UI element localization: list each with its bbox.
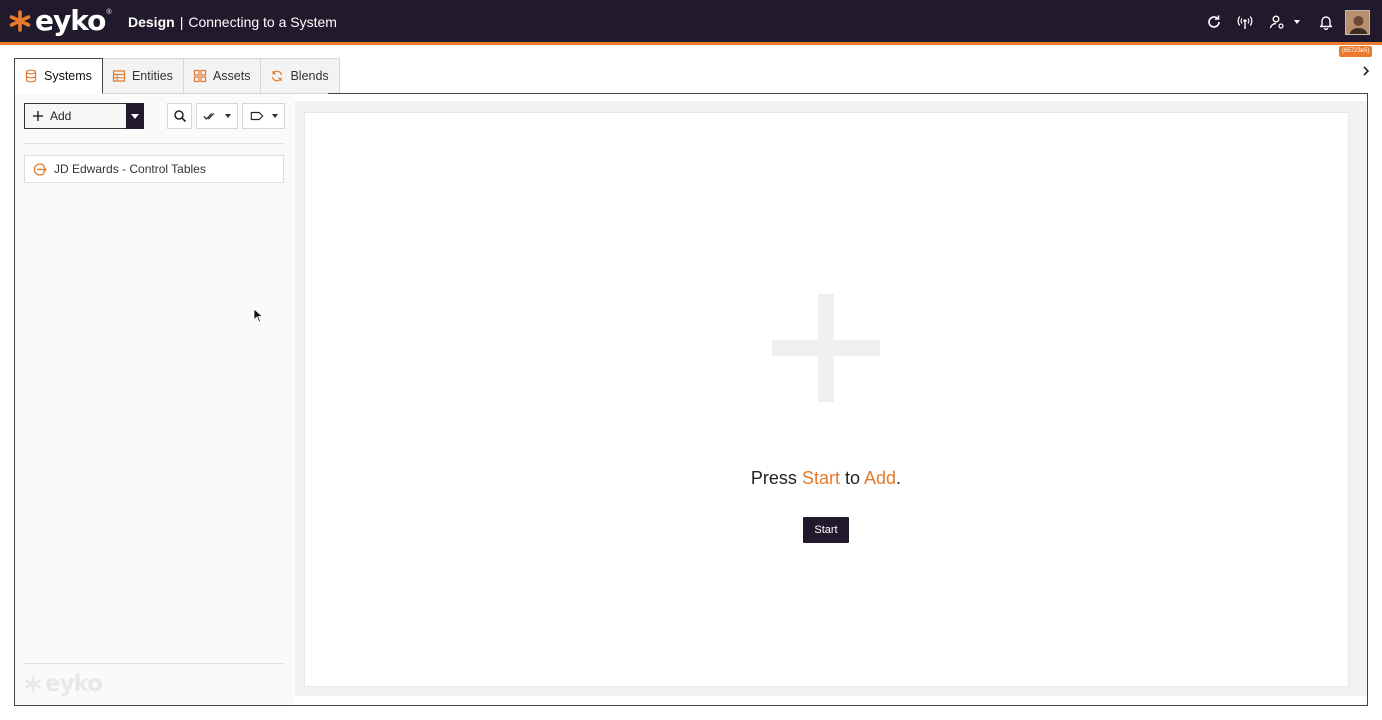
add-button[interactable]: Add (24, 103, 144, 129)
tag-filter-button[interactable] (242, 103, 285, 129)
prompt-to: to (844, 468, 860, 488)
chevron-down-icon (131, 113, 139, 119)
collapse-chevron-icon[interactable] (1360, 64, 1372, 78)
list-item[interactable]: JD Edwards - Control Tables (24, 155, 284, 183)
tab-blends[interactable]: Blends (261, 58, 340, 94)
bell-icon[interactable] (1317, 13, 1335, 31)
logo-asterisk-icon (25, 675, 41, 693)
toolbar-divider (24, 143, 285, 144)
eyko-logo[interactable]: eyko ® (8, 7, 112, 35)
search-icon (173, 110, 186, 123)
start-button[interactable]: Start (803, 517, 849, 543)
version-badge: (65723e5) (1339, 46, 1373, 57)
title-separator: | (179, 14, 184, 30)
footer-wordmark: eyko (45, 671, 103, 697)
tab-label: Entities (131, 69, 173, 83)
tab-assets[interactable]: Assets (183, 58, 262, 94)
refresh-icon[interactable] (1205, 13, 1223, 31)
user-settings-icon[interactable] (1268, 13, 1286, 31)
add-placeholder-icon (772, 294, 880, 402)
logo-asterisk-icon (9, 10, 31, 32)
system-label: JD Edwards - Control Tables (54, 162, 206, 176)
broadcast-icon[interactable] (1236, 13, 1254, 31)
prompt-start: Start (801, 468, 840, 488)
logo-wordmark: eyko (35, 4, 106, 37)
select-filter-button[interactable] (196, 103, 238, 129)
systems-panel (15, 94, 294, 705)
table-icon (112, 70, 126, 82)
sync-icon (272, 70, 283, 82)
add-label: Add (50, 109, 72, 123)
prompt-end: . (896, 468, 902, 488)
tag-icon (250, 111, 263, 121)
page-title: Design | Connecting to a System (128, 14, 337, 30)
tab-label: Assets (212, 69, 251, 83)
empty-state-message: Press Start to Add. (626, 468, 1026, 489)
mouse-cursor-icon (253, 308, 263, 323)
section-name: Design (128, 14, 175, 30)
tab-label: Systems (44, 69, 92, 83)
user-menu-chevron-icon[interactable] (1290, 13, 1304, 31)
chevron-down-icon (271, 114, 278, 118)
tab-label: Blends (290, 69, 329, 83)
prompt-press: Press (750, 468, 797, 488)
system-connector-icon (33, 162, 47, 176)
tab-entities[interactable]: Entities (102, 58, 184, 94)
double-check-icon (203, 112, 215, 120)
database-icon (25, 69, 37, 83)
plus-icon (33, 111, 43, 121)
app-header: eyko ® Design | Connecting to a System (0, 0, 1382, 45)
add-dropdown-toggle[interactable] (126, 103, 144, 129)
registered-mark: ® (106, 8, 112, 16)
frame-top-border (328, 93, 1368, 94)
chevron-down-icon (225, 114, 231, 118)
tab-systems[interactable]: Systems (14, 58, 103, 94)
avatar[interactable] (1345, 10, 1370, 35)
grid-icon (193, 69, 207, 83)
footer-logo: eyko (24, 671, 103, 697)
search-button[interactable] (167, 103, 192, 129)
page-name: Connecting to a System (188, 14, 337, 30)
design-tabs: Systems Entities Assets Blends (14, 58, 340, 94)
footer-divider (24, 663, 285, 664)
prompt-add: Add (864, 468, 897, 488)
